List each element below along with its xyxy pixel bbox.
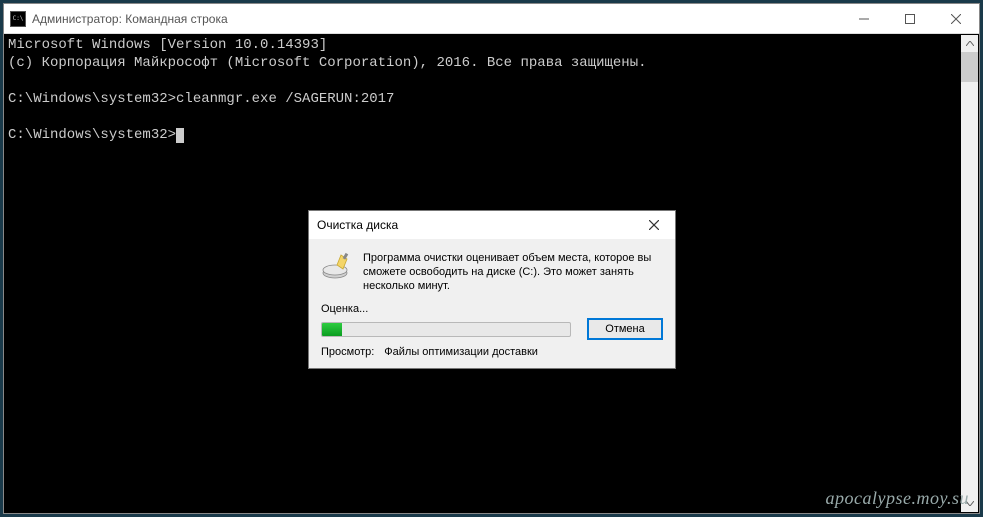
view-label: Просмотр: (321, 346, 374, 358)
dialog-message-row: Программа очистки оценивает объем места,… (321, 251, 663, 293)
console-line: C:\Windows\system32>cleanmgr.exe /SAGERU… (8, 91, 394, 107)
minimize-icon (859, 14, 869, 24)
scrollbar-vertical[interactable] (961, 35, 978, 512)
close-icon (649, 220, 659, 230)
disk-cleanup-dialog: Очистка диска Программа очистки оценивае… (308, 210, 676, 369)
view-value: Файлы оптимизации доставки (384, 346, 538, 358)
console-line: Microsoft Windows [Version 10.0.14393] (8, 37, 327, 53)
dialog-body: Программа очистки оценивает объем места,… (309, 239, 675, 368)
console-line: (c) Корпорация Майкрософт (Microsoft Cor… (8, 55, 647, 71)
cmd-icon (10, 11, 26, 27)
progress-row: Отмена (321, 318, 663, 340)
dialog-close-button[interactable] (641, 214, 667, 236)
cancel-button[interactable]: Отмена (587, 318, 663, 340)
scrollbar-up-button[interactable] (961, 35, 978, 52)
progress-bar (321, 322, 571, 337)
dialog-titlebar[interactable]: Очистка диска (309, 211, 675, 239)
window-title: Администратор: Командная строка (32, 12, 841, 26)
titlebar[interactable]: Администратор: Командная строка (4, 4, 979, 34)
close-button[interactable] (933, 4, 979, 33)
dialog-title: Очистка диска (317, 218, 641, 232)
status-label: Оценка... (321, 303, 663, 315)
scrollbar-thumb[interactable] (961, 52, 978, 82)
maximize-icon (905, 14, 915, 24)
view-row: Просмотр: Файлы оптимизации доставки (321, 346, 663, 358)
progress-fill (322, 323, 342, 336)
close-icon (951, 14, 961, 24)
console-line: C:\Windows\system32> (8, 127, 176, 143)
cursor (176, 128, 184, 143)
disk-cleanup-icon (321, 251, 353, 283)
minimize-button[interactable] (841, 4, 887, 33)
window-controls (841, 4, 979, 33)
chevron-up-icon (966, 41, 974, 46)
maximize-button[interactable] (887, 4, 933, 33)
dialog-message: Программа очистки оценивает объем места,… (363, 251, 663, 293)
watermark: apocalypse.moy.su (826, 488, 969, 509)
